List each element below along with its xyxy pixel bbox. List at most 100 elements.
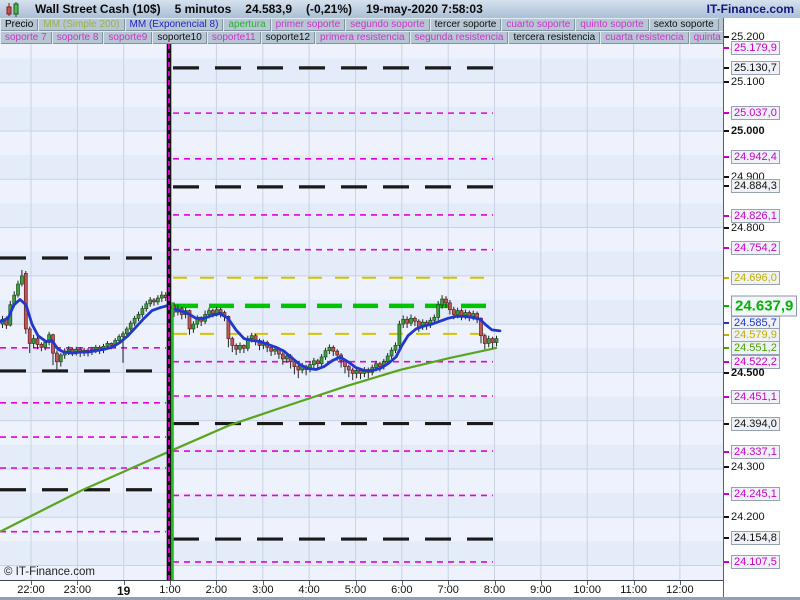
price-axis-label: 25.100 (731, 76, 765, 88)
background-band (0, 82, 723, 107)
legend-level-item-5[interactable]: soporte12 (261, 31, 315, 44)
legend-level-item-1[interactable]: soporte 8 (52, 31, 104, 44)
background-band (0, 227, 723, 252)
price-axis-tick (724, 227, 729, 229)
candle-body (319, 356, 324, 365)
candle-body (490, 338, 495, 343)
time-axis-label: 23:00 (63, 584, 92, 596)
datetime-label: 19-may-2020 7:58:03 (366, 2, 483, 16)
candle-body (105, 343, 110, 347)
candle-body (463, 312, 468, 316)
legend-indicator-item-7[interactable]: cuarto soporte (501, 18, 575, 31)
time-axis-label: 5:00 (344, 584, 367, 596)
candle-body (121, 333, 125, 338)
legend-level-item-6[interactable]: primera resistencia (315, 31, 409, 44)
time-axis-label: 10:00 (573, 584, 601, 596)
candle-body (350, 369, 355, 374)
candle-body (234, 345, 239, 350)
legend-indicator-item-9[interactable]: sexto soporte (649, 18, 719, 31)
candle-body (156, 297, 160, 303)
price-axis-tick (724, 67, 729, 69)
legend-level-item-8[interactable]: tercera resistencia (508, 31, 600, 44)
candle-body (413, 317, 417, 322)
candle-body (109, 343, 114, 346)
candle-body (436, 304, 441, 318)
session-divider-line (166, 44, 172, 580)
candle-body (93, 346, 98, 350)
candle-body (136, 314, 141, 319)
background-band (0, 131, 723, 156)
candle-body (335, 350, 340, 356)
time-axis-label: 4:00 (298, 584, 320, 596)
price-change: (-0,21%) (306, 2, 353, 16)
candle-body (152, 299, 156, 303)
time-axis-label: 8:00 (483, 584, 506, 596)
chart-plot-area[interactable]: © IT-Finance.com (0, 44, 723, 580)
legend-indicator-item-4[interactable]: primer soporte (271, 18, 345, 31)
price-axis-tick (724, 322, 729, 324)
candle-body (494, 338, 499, 343)
candle-body (39, 344, 44, 348)
candle-body (140, 308, 145, 315)
legend-level-item-7[interactable]: segunda resistencia (410, 31, 509, 44)
candle-body (315, 360, 320, 365)
price-axis-tick (724, 156, 729, 158)
last-price: 24.583,9 (245, 2, 292, 16)
background-band (0, 44, 723, 59)
candle-body (117, 336, 121, 341)
legend-level-item-4[interactable]: soporte11 (207, 31, 261, 44)
time-axis-label: 6:00 (391, 584, 413, 596)
candle-body (31, 338, 36, 344)
legend-level-item-0[interactable]: soporte 7 (0, 31, 52, 44)
time-axis-label: 2:00 (205, 584, 228, 596)
legend-indicator-item-1[interactable]: MM (Simple 200) (38, 18, 124, 31)
legend-indicator-item-2[interactable]: MM (Exponencial 8) (125, 18, 224, 31)
background-band (0, 396, 723, 421)
candle-body (409, 317, 413, 324)
legend-level-item-10[interactable]: quinta resistencia (689, 31, 723, 44)
price-axis-tick (724, 185, 729, 187)
price-axis-tick (724, 334, 729, 336)
price-axis-label: 24.154,8 (731, 531, 780, 545)
legend-level-item-3[interactable]: soporte10 (152, 31, 206, 44)
background-band (0, 58, 723, 83)
legend-indicator-item-8[interactable]: quinto soporte (575, 18, 648, 31)
time-axis-label: 12:00 (666, 584, 694, 596)
watermark-text: © IT-Finance.com (4, 566, 95, 578)
candle-body (27, 328, 32, 344)
candle-body (401, 318, 406, 325)
legend-indicator-item-6[interactable]: tercer soporte (430, 18, 502, 31)
price-axis-tick (724, 561, 729, 563)
candle-body (144, 303, 149, 310)
price-axis-label: 24.942,4 (731, 150, 780, 164)
legend-indicator-item-3[interactable]: apertura (223, 18, 270, 31)
price-axis-tick (724, 36, 729, 38)
candle-body (432, 317, 437, 321)
candle-body (124, 328, 129, 335)
legend-level-item-9[interactable]: cuarta resistencia (600, 31, 688, 44)
legend-indicator-item-5[interactable]: segundo soporte (345, 18, 430, 31)
candle-body (16, 283, 20, 296)
price-axis-label: 24.107,5 (731, 555, 780, 569)
candle-body (393, 345, 398, 351)
time-axis-label: 1:00 (159, 584, 181, 596)
candle-body (444, 298, 448, 304)
candle-body (486, 338, 491, 344)
price-axis-tick (724, 47, 729, 49)
price-axis-tick (724, 81, 729, 83)
background-band (0, 565, 723, 580)
candle-body (230, 338, 235, 346)
title-bar: Wall Street Cash (10$) 5 minutos 24.583,… (0, 0, 800, 19)
current-price-label: 24.637,9 (731, 295, 798, 317)
candle-body (159, 294, 164, 299)
legend-indicator-item-0[interactable]: Precio (0, 18, 38, 31)
candle-body (312, 360, 316, 366)
price-axis-tick (724, 112, 729, 114)
chart-canvas[interactable]: © IT-Finance.com (0, 44, 723, 580)
price-axis-label: 25.130,7 (731, 61, 780, 75)
candle-body (397, 323, 402, 346)
price-axis-tick (724, 516, 729, 518)
legend-level-item-2[interactable]: soporte9 (103, 31, 152, 44)
background-band (0, 444, 723, 469)
price-axis-label: 24.200 (731, 511, 765, 523)
